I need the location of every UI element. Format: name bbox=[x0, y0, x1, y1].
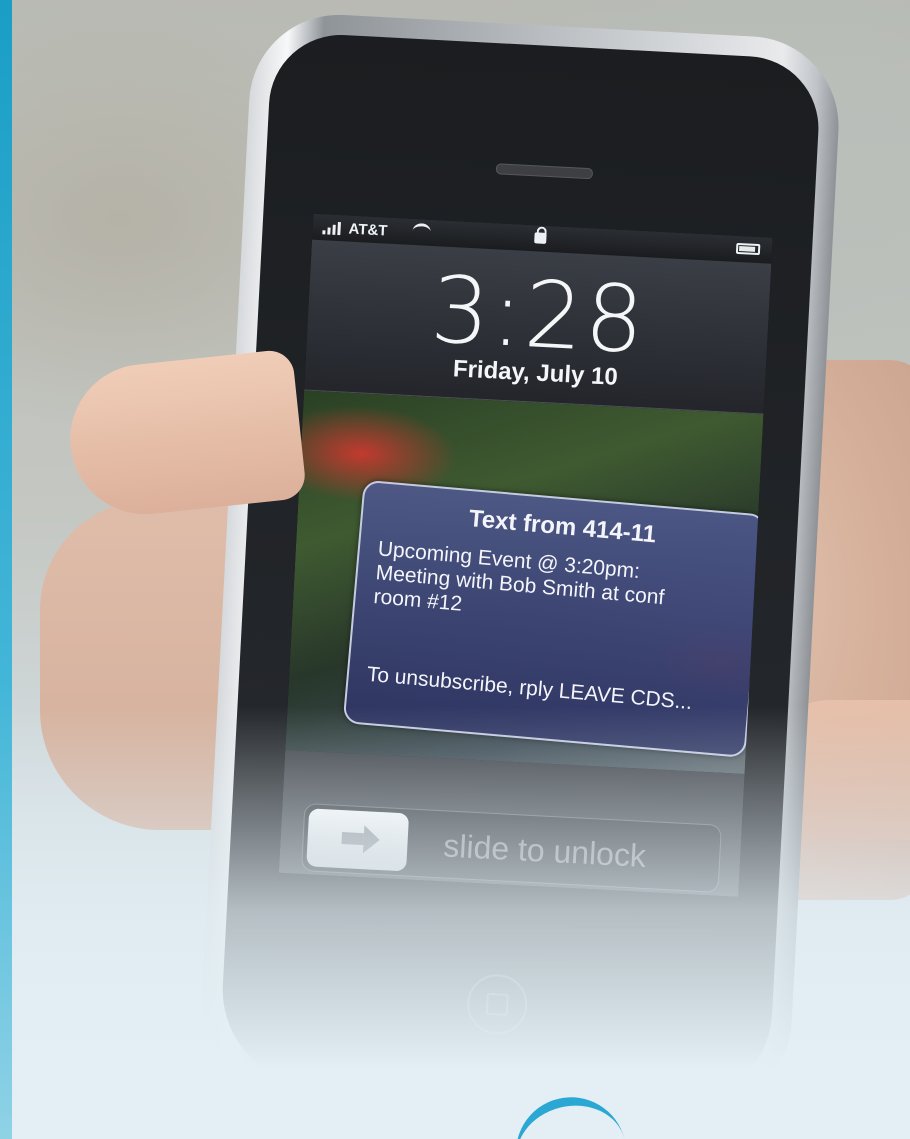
clock-band: 3:28 Friday, July 10 bbox=[304, 239, 772, 415]
hand-finger-left bbox=[62, 348, 308, 522]
unlock-band: slide to unlock bbox=[278, 749, 745, 897]
unlock-slider[interactable]: slide to unlock bbox=[300, 803, 722, 893]
photo-scene: AT&T 3:28 Friday, July 10 Text from 414-… bbox=[0, 0, 910, 1139]
carrier-label: AT&T bbox=[348, 220, 388, 240]
battery-level bbox=[738, 246, 756, 252]
phone-face: AT&T 3:28 Friday, July 10 Text from 414-… bbox=[217, 31, 823, 1109]
lock-screen: AT&T 3:28 Friday, July 10 Text from 414-… bbox=[278, 213, 773, 897]
left-accent-bar bbox=[0, 0, 12, 1139]
slide-to-unlock-label: slide to unlock bbox=[442, 827, 647, 874]
wifi-icon bbox=[412, 222, 431, 240]
arrow-icon bbox=[341, 832, 365, 846]
sms-notification[interactable]: Text from 414-11 Upcoming Event @ 3:20pm… bbox=[342, 479, 767, 759]
unlock-slider-knob[interactable] bbox=[306, 808, 410, 872]
phone: AT&T 3:28 Friday, July 10 Text from 414-… bbox=[196, 10, 844, 1130]
notification-body: Upcoming Event @ 3:20pm: Meeting with Bo… bbox=[373, 537, 748, 641]
lock-icon bbox=[534, 232, 547, 244]
battery-icon bbox=[735, 242, 761, 256]
home-button[interactable] bbox=[465, 972, 529, 1036]
earpiece bbox=[495, 163, 594, 180]
notification-footer: To unsubscribe, rply LEAVE CDS... bbox=[365, 662, 694, 715]
signal-icon bbox=[322, 220, 345, 236]
